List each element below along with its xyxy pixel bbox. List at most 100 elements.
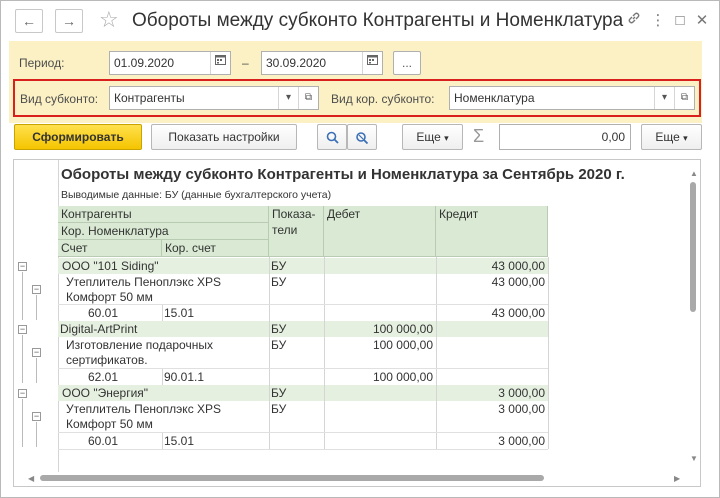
row-name: Digital-ArtPrint [60, 322, 138, 336]
header-pokazateli: Показа- тели [269, 206, 324, 257]
grid-line [548, 257, 549, 449]
collapse-icon[interactable]: − [18, 389, 27, 398]
report-spreadsheet[interactable]: Обороты между субконто Контрагенты и Ном… [13, 159, 701, 487]
row-indicator: БУ [271, 402, 287, 416]
header-pokazateli-line2: тели [272, 223, 298, 237]
subkonto-field[interactable]: Контрагенты ▾ ⧉ [109, 86, 319, 110]
horizontal-scrollbar[interactable] [40, 475, 544, 481]
more-button-2-label: Еще [655, 130, 680, 144]
show-settings-button[interactable]: Показать настройки [151, 124, 297, 150]
collapse-icon[interactable]: − [32, 412, 41, 421]
header-schet: Счет [58, 240, 162, 257]
row-debet: 100 000,00 [372, 338, 433, 352]
sum-field[interactable]: 0,00 [499, 124, 631, 150]
tree-line [36, 295, 37, 320]
report-window: ← → ☆ Обороты между субконто Контрагенты… [0, 0, 720, 498]
row-name: Утеплитель Пеноплэкс XPS [66, 275, 222, 289]
forward-arrow-icon: → [62, 13, 76, 29]
back-arrow-icon: ← [22, 13, 36, 29]
scroll-left-icon[interactable]: ◀ [28, 474, 34, 483]
link-icon[interactable] [623, 10, 645, 32]
grid-line [162, 305, 163, 321]
search-refresh-button[interactable] [347, 124, 377, 150]
grid-line [58, 432, 548, 433]
scroll-up-icon[interactable]: ▲ [690, 169, 698, 178]
subkonto-value: Контрагенты [114, 91, 185, 105]
generate-button[interactable]: Сформировать [14, 124, 142, 150]
window-title: Обороты между субконто Контрагенты и Ном… [132, 10, 624, 31]
row-name: ООО "Энергия" [62, 386, 149, 400]
tree-line [36, 422, 37, 447]
grid-line [58, 368, 548, 369]
row-kor-schet: 90.01.1 [164, 370, 205, 384]
row-kor-schet: 15.01 [164, 434, 195, 448]
row-name: Изготовление подарочных [66, 338, 213, 352]
dropdown-arrow-icon: ▾ [444, 133, 449, 143]
calendar-icon[interactable] [362, 52, 382, 74]
kor-subkonto-field[interactable]: Номенклатура ▾ ⧉ [449, 86, 695, 110]
back-button[interactable]: ← [15, 9, 43, 33]
grid-line [58, 449, 548, 450]
dropdown-arrow-icon[interactable]: ▾ [654, 87, 674, 109]
tree-line [36, 358, 37, 383]
more-button-label: Еще [416, 130, 441, 144]
row-kredit: 43 000,00 [491, 275, 545, 289]
row-indicator: БУ [271, 275, 287, 289]
period-from-field[interactable]: 01.09.2020 [109, 51, 231, 75]
collapse-icon[interactable]: − [18, 325, 27, 334]
row-schet: 62.01 [88, 370, 119, 384]
title-bar: ← → ☆ Обороты между субконто Контрагенты… [1, 1, 719, 41]
sigma-icon: Σ [473, 126, 485, 146]
row-name-line2: Комфорт 50 мм [66, 417, 153, 431]
kor-subkonto-label: Вид кор. субконто: [331, 92, 435, 106]
maximize-icon[interactable]: □ [669, 10, 691, 32]
search-button[interactable] [317, 124, 347, 150]
favorite-star-icon[interactable]: ☆ [99, 6, 119, 34]
dropdown-arrow-icon[interactable]: ▾ [278, 87, 298, 109]
subkonto-label: Вид субконто: [20, 92, 99, 106]
row-indicator: БУ [271, 322, 287, 336]
more-button-2[interactable]: Еще ▾ [641, 124, 702, 150]
row-kredit: 3 000,00 [498, 386, 545, 400]
row-debet: 100 000,00 [372, 322, 433, 336]
grid-line [324, 257, 325, 449]
grid-line [269, 257, 270, 449]
search-icon [326, 131, 339, 144]
period-to-field[interactable]: 30.09.2020 [261, 51, 383, 75]
close-icon[interactable]: ✕ [691, 10, 713, 32]
row-name: ООО "101 Siding" [62, 259, 159, 273]
collapse-icon[interactable]: − [18, 262, 27, 271]
period-select-button[interactable]: ... [393, 51, 421, 75]
grid-line [162, 433, 163, 449]
row-schet: 60.01 [88, 434, 119, 448]
more-button[interactable]: Еще ▾ [402, 124, 463, 150]
tree-line [22, 399, 23, 447]
row-name: Утеплитель Пеноплэкс XPS [66, 402, 222, 416]
header-kor-schet: Кор. счет [162, 240, 269, 257]
row-indicator: БУ [271, 338, 287, 352]
grid-line [162, 369, 163, 385]
row-indicator: БУ [271, 259, 287, 273]
report-title: Обороты между субконто Контрагенты и Ном… [61, 166, 625, 183]
open-icon[interactable]: ⧉ [674, 87, 694, 109]
period-label: Период: [19, 56, 65, 70]
period-from-value: 01.09.2020 [114, 56, 175, 70]
row-debet: 100 000,00 [372, 370, 433, 384]
tree-line [22, 272, 23, 320]
scroll-down-icon[interactable]: ▼ [690, 454, 698, 463]
forward-button[interactable]: → [55, 9, 83, 33]
collapse-icon[interactable]: − [32, 348, 41, 357]
period-dash: – [242, 56, 249, 70]
grid-line [436, 257, 437, 449]
header-kontragenty: Контрагенты [58, 206, 269, 223]
row-kredit: 3 000,00 [498, 434, 545, 448]
more-actions-icon[interactable]: ⋮ [647, 10, 669, 32]
calendar-icon[interactable] [210, 52, 230, 74]
scroll-right-icon[interactable]: ▶ [674, 474, 680, 483]
header-kredit: Кредит [436, 206, 548, 257]
row-kredit: 43 000,00 [491, 306, 545, 320]
search-cancel-icon [356, 132, 369, 145]
collapse-icon[interactable]: − [32, 285, 41, 294]
vertical-scrollbar[interactable] [690, 182, 696, 312]
open-icon[interactable]: ⧉ [298, 87, 318, 109]
